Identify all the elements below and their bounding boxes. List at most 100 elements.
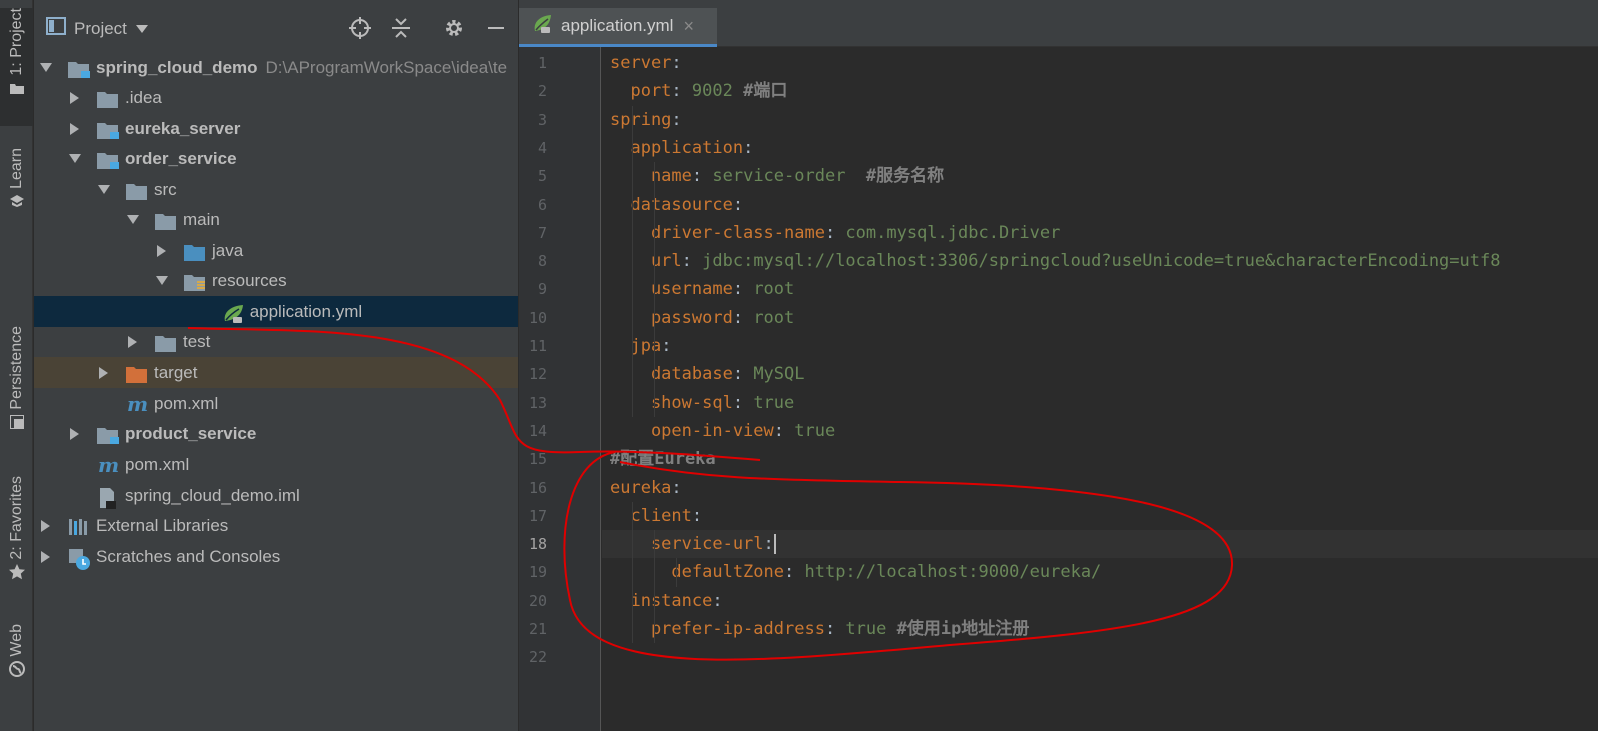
- tree-item[interactable]: order_service: [34, 143, 518, 174]
- line-number-gutter: 1 2 3 4 5 6 7 8 9 10 11 12 13 14 15 16 17 18 19 20 21 22: [519, 47, 601, 731]
- code-line[interactable]: service-url:: [610, 530, 776, 558]
- tree-item[interactable]: java: [34, 235, 518, 266]
- strip-favorites-button[interactable]: 2: Favorites: [0, 476, 33, 598]
- line-number: 9: [537, 280, 547, 299]
- yaml-key: application: [610, 137, 744, 158]
- yaml-key: instance: [610, 590, 713, 611]
- code-line[interactable]: open-in-view: true: [610, 417, 835, 445]
- tree-item-label: Scratches and Consoles: [96, 546, 281, 566]
- tree-item-label: test: [183, 331, 211, 351]
- chevron-right-icon[interactable]: [156, 244, 168, 257]
- code-line[interactable]: defaultZone: http://localhost:9000/eurek…: [610, 558, 1101, 586]
- code-line[interactable]: #配置Eureka: [610, 445, 716, 473]
- code-line[interactable]: show-sql: true: [610, 389, 794, 417]
- maven-icon: m: [97, 453, 119, 477]
- chevron-right-icon[interactable]: [69, 122, 81, 135]
- yaml-value: MySQL: [753, 364, 805, 385]
- tree-item[interactable]: External Libraries: [34, 510, 518, 541]
- project-view-selector[interactable]: Project: [46, 17, 149, 40]
- locate-icon[interactable]: [349, 17, 371, 39]
- minimize-icon[interactable]: [485, 17, 507, 39]
- line-number: 17: [528, 506, 547, 525]
- code-line[interactable]: password: root: [610, 304, 794, 332]
- tab-application-yml[interactable]: application.yml ×: [519, 8, 717, 47]
- yaml-punct: :: [712, 590, 723, 611]
- line-number: 3: [537, 110, 547, 129]
- code-line[interactable]: client:: [610, 502, 702, 530]
- chevron-down-icon[interactable]: [69, 153, 81, 165]
- code-line[interactable]: prefer-ip-address: true #使用ip地址注册: [610, 615, 1029, 643]
- tree-item[interactable]: m pom.xml: [34, 449, 518, 480]
- tree-item[interactable]: test: [34, 326, 518, 357]
- yaml-punct: :: [732, 307, 754, 328]
- line-number: 12: [528, 365, 547, 384]
- yaml-value: http://localhost:9000/eureka/: [804, 562, 1102, 583]
- tree-item-label: pom.xml: [154, 393, 219, 413]
- scratches-icon: [68, 548, 90, 570]
- strip-learn-button[interactable]: Learn: [0, 148, 33, 220]
- indent-guide: [676, 558, 677, 587]
- chevron-down-icon[interactable]: [156, 275, 168, 287]
- iml-file-icon: [97, 487, 119, 509]
- yaml-punct: :: [824, 222, 846, 243]
- tree-item[interactable]: eureka_server: [34, 113, 518, 144]
- yaml-punct: :: [681, 251, 703, 272]
- chevron-right-icon[interactable]: [69, 427, 81, 440]
- line-number: 18: [528, 535, 547, 554]
- code-line[interactable]: jpa:: [610, 332, 671, 360]
- chevron-right-icon[interactable]: [69, 91, 81, 104]
- yaml-punct: :: [732, 279, 754, 300]
- tree-item[interactable]: main: [34, 204, 518, 235]
- code-line[interactable]: eureka:: [610, 474, 682, 502]
- chevron-down-icon[interactable]: [40, 62, 52, 74]
- code-line[interactable]: port: 9002 #端口: [610, 77, 787, 105]
- chevron-right-icon[interactable]: [127, 335, 139, 348]
- strip-web-label: Web: [7, 624, 25, 657]
- code-line[interactable]: datasource:: [610, 191, 743, 219]
- code-line[interactable]: instance:: [610, 587, 723, 615]
- yaml-key: url: [610, 251, 682, 272]
- tree-item-label: product_service: [125, 423, 257, 443]
- close-icon[interactable]: ×: [683, 16, 694, 37]
- code-line[interactable]: name: service-order #服务名称: [610, 162, 944, 190]
- code-line[interactable]: spring:: [610, 106, 682, 134]
- tree-item[interactable]: application.yml: [34, 296, 518, 327]
- yaml-punct: :: [732, 392, 754, 413]
- tree-item[interactable]: spring_cloud_demo.iml: [34, 480, 518, 511]
- yaml-punct: :: [671, 109, 682, 130]
- collapse-all-icon[interactable]: [390, 17, 412, 39]
- code-line[interactable]: url: jdbc:mysql://localhost:3306/springc…: [610, 247, 1501, 275]
- tree-item[interactable]: .idea: [34, 82, 518, 113]
- chevron-right-icon[interactable]: [40, 519, 52, 532]
- yaml-punct: :: [671, 477, 682, 498]
- gear-icon[interactable]: [443, 17, 465, 39]
- strip-web-button[interactable]: Web: [0, 624, 33, 694]
- chevron-down-icon[interactable]: [98, 184, 110, 196]
- code-line[interactable]: server:: [610, 49, 682, 77]
- tree-item[interactable]: spring_cloud_demo D:\AProgramWorkSpace\id…: [34, 52, 518, 83]
- chevron-right-icon[interactable]: [40, 550, 52, 563]
- tree-item-label: resources: [212, 270, 287, 290]
- strip-favorites-label: 2: Favorites: [7, 476, 25, 560]
- strip-project-button[interactable]: 1: Project: [0, 8, 33, 126]
- svg-text:m: m: [98, 456, 119, 476]
- tree-item-label: java: [212, 240, 244, 260]
- strip-learn-label: Learn: [7, 148, 25, 189]
- strip-persistence-button[interactable]: Persistence: [0, 326, 33, 448]
- tree-item[interactable]: resources: [34, 265, 518, 296]
- tree-item[interactable]: Scratches and Consoles: [34, 541, 518, 572]
- yaml-value: root: [753, 279, 795, 300]
- code-line[interactable]: database: MySQL: [610, 360, 805, 388]
- code-editor[interactable]: server: port: 9002 #端口 spring: applicatio…: [602, 47, 1598, 731]
- chevron-right-icon[interactable]: [98, 366, 110, 379]
- chevron-down-icon[interactable]: [127, 214, 139, 226]
- star-icon: [8, 563, 25, 580]
- tree-item[interactable]: src: [34, 174, 518, 205]
- code-line[interactable]: driver-class-name: com.mysql.jdbc.Driver: [610, 219, 1060, 247]
- line-number: 5: [537, 167, 547, 186]
- tree-item[interactable]: product_service: [34, 418, 518, 449]
- code-line[interactable]: username: root: [610, 275, 794, 303]
- tree-item[interactable]: m pom.xml: [34, 388, 518, 419]
- indent-guide: [632, 105, 633, 417]
- tree-item[interactable]: target: [34, 357, 518, 388]
